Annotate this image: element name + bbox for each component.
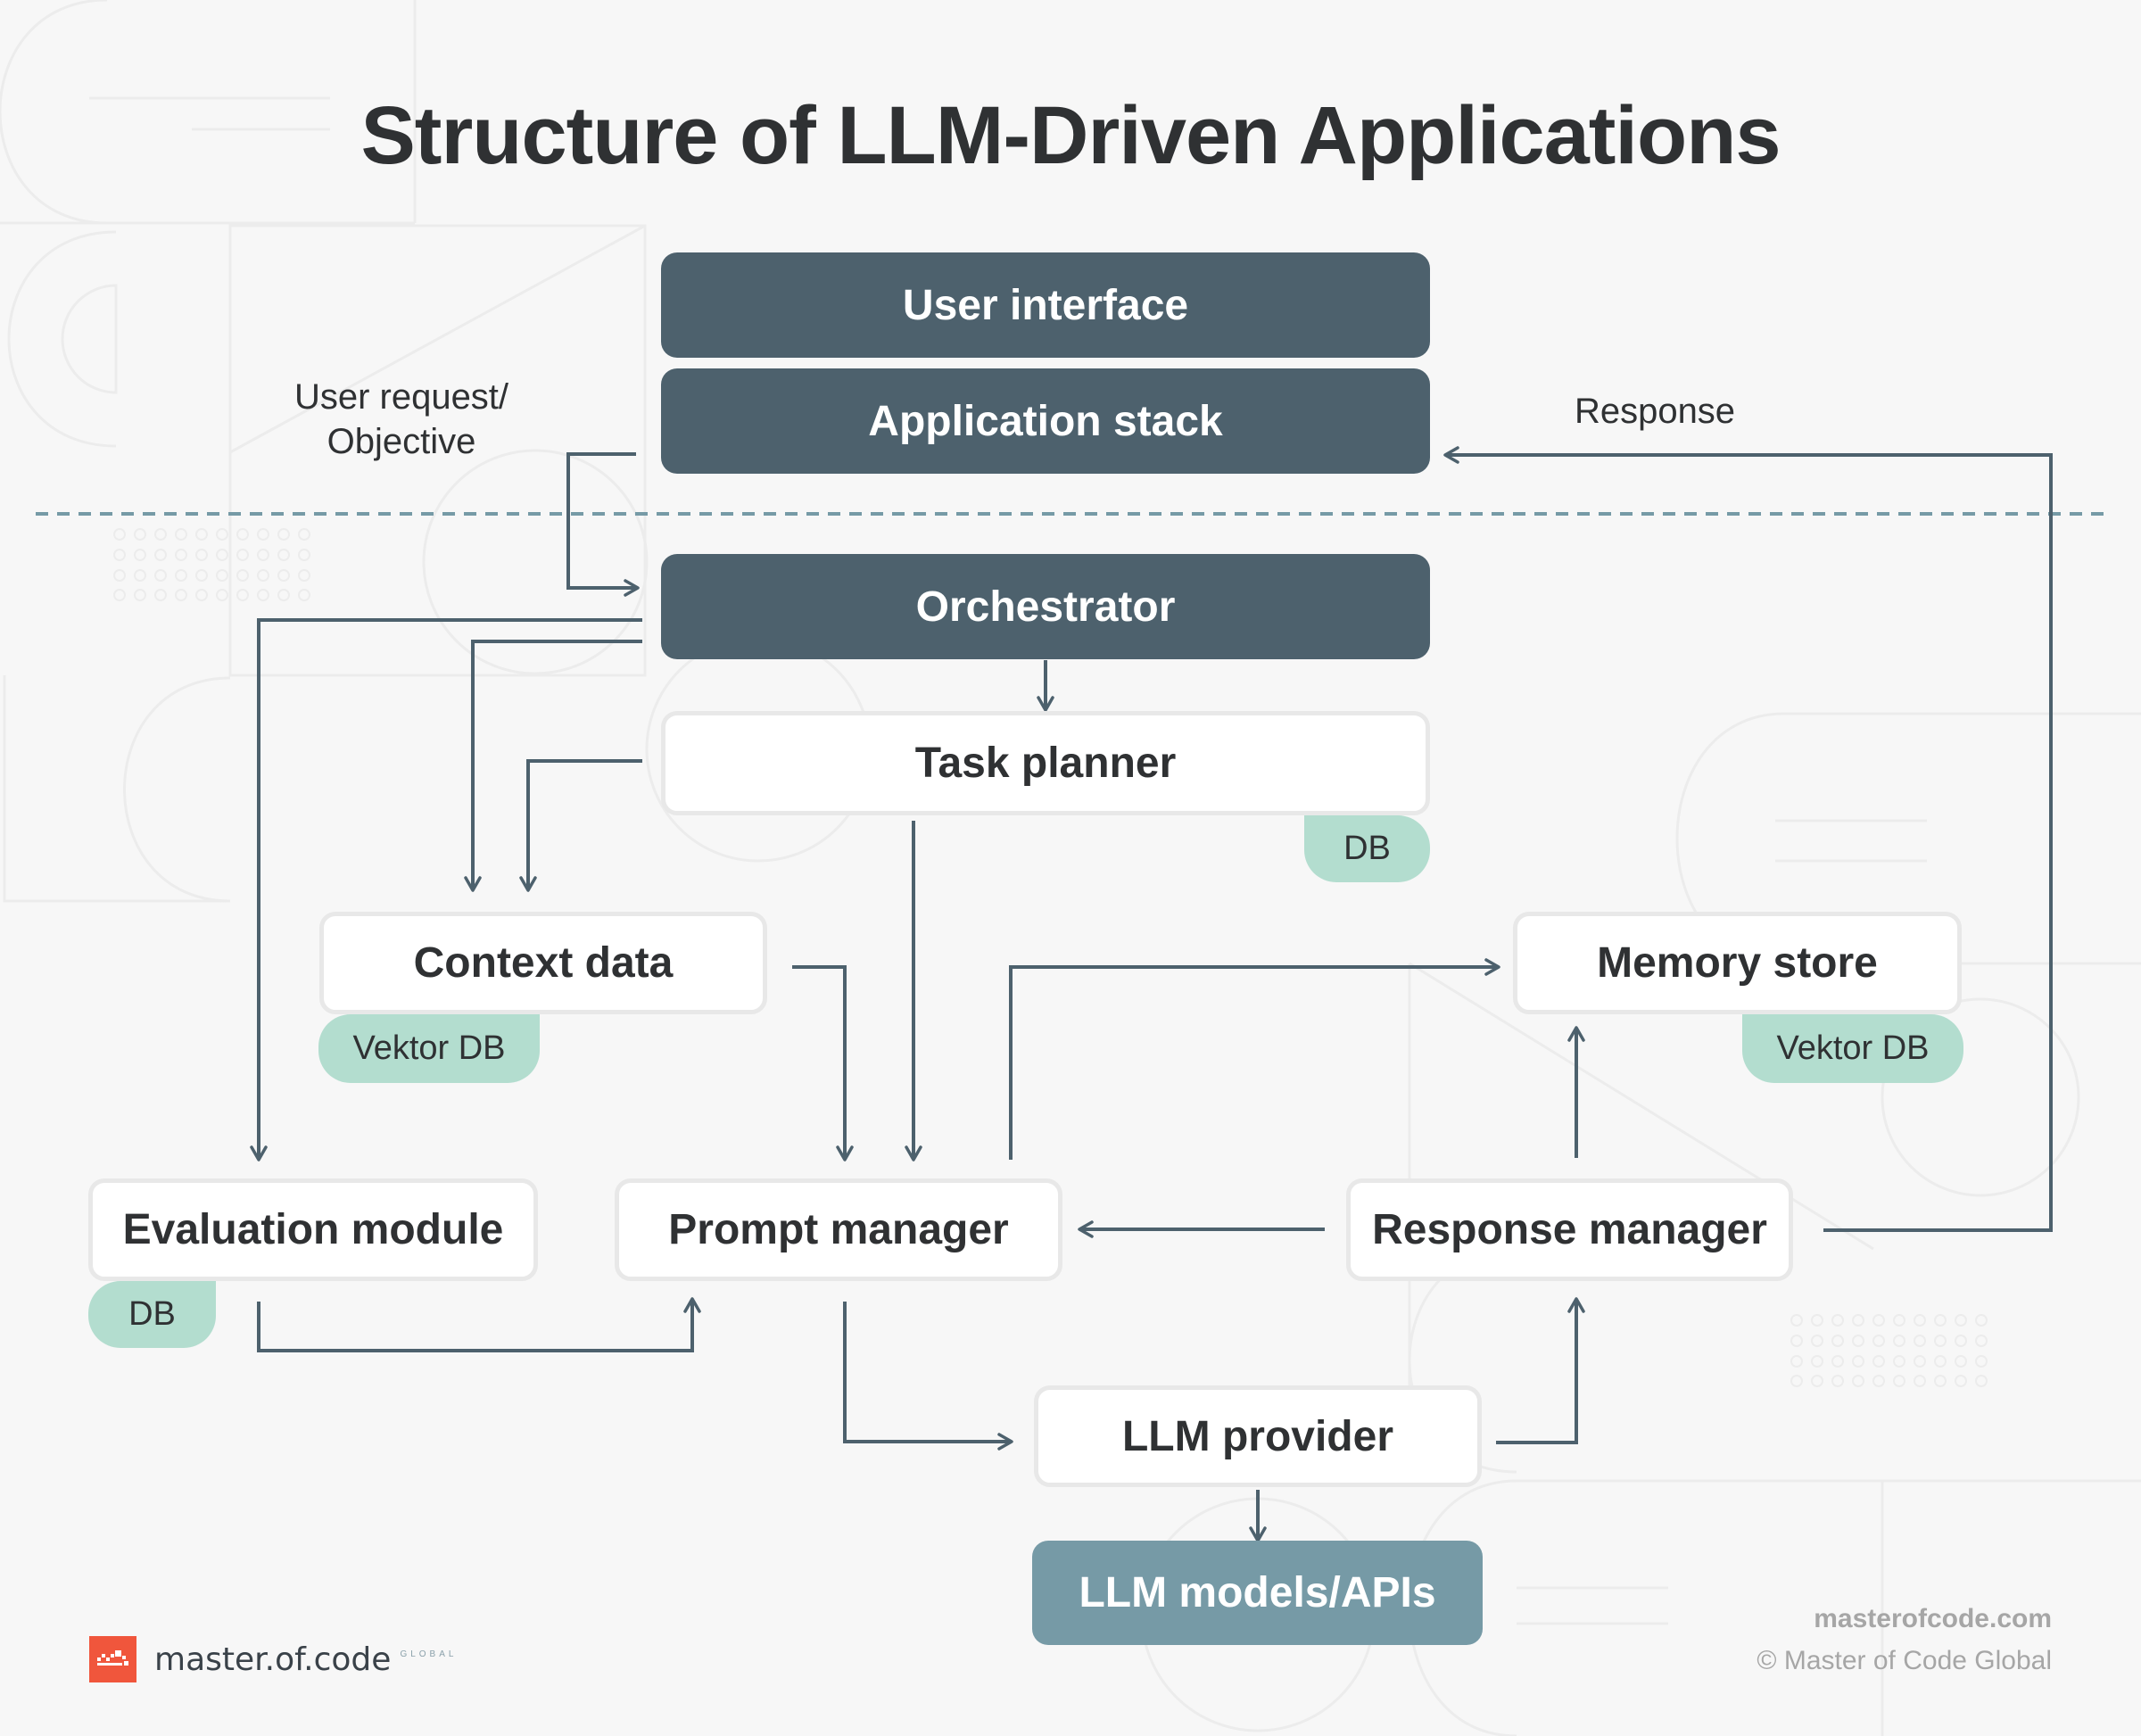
task-planner-db-badge: DB xyxy=(1304,815,1430,882)
response-label: Response xyxy=(1574,392,1736,431)
edge-evaluation-to-prompt xyxy=(257,1297,701,1352)
memory-store-vektor-db-badge: Vektor DB xyxy=(1742,1014,1963,1083)
logo-wordmark: master.of.code xyxy=(154,1641,392,1678)
edge-context-to-prompt xyxy=(792,965,854,1161)
brand-logo: master.of.code GLOBAL xyxy=(89,1636,457,1682)
node-user-interface[interactable]: User interface xyxy=(661,252,1430,358)
node-memory-store[interactable]: Memory store xyxy=(1513,912,1962,1014)
user-request-label-line1: User request/ xyxy=(293,377,509,417)
logo-subtitle: GLOBAL xyxy=(400,1649,458,1659)
edge-response-to-app xyxy=(1443,446,2053,1232)
node-context-data[interactable]: Context data xyxy=(319,912,767,1014)
context-data-vektor-db-badge: Vektor DB xyxy=(318,1014,540,1083)
user-request-label-line2: Objective xyxy=(327,422,476,461)
footer-website[interactable]: masterofcode.com xyxy=(1814,1604,2052,1634)
node-orchestrator[interactable]: Orchestrator xyxy=(661,554,1430,659)
edge-orchestrator-to-context xyxy=(464,640,642,892)
node-llm-provider[interactable]: LLM provider xyxy=(1034,1385,1482,1487)
user-request-label: User request/ Objective xyxy=(268,375,535,464)
node-response-manager[interactable]: Response manager xyxy=(1346,1178,1793,1281)
footer-copyright: © Master of Code Global xyxy=(1757,1646,2052,1675)
node-evaluation-module[interactable]: Evaluation module xyxy=(88,1178,538,1281)
edge-request-to-orchestrator xyxy=(566,452,640,597)
logo-mark-icon xyxy=(89,1636,136,1682)
edge-prompt-to-memory xyxy=(1009,958,1500,1160)
node-task-planner[interactable]: Task planner xyxy=(661,711,1430,815)
node-prompt-manager[interactable]: Prompt manager xyxy=(615,1178,1062,1281)
node-llm-models-apis[interactable]: LLM models/APIs xyxy=(1032,1541,1483,1645)
node-application-stack[interactable]: Application stack xyxy=(661,368,1430,474)
edge-task-planner-to-context xyxy=(519,759,642,892)
evaluation-module-db-badge: DB xyxy=(88,1281,216,1348)
edge-llm-provider-to-response xyxy=(1496,1297,1585,1444)
edge-prompt-to-llm-provider xyxy=(843,1302,1013,1451)
